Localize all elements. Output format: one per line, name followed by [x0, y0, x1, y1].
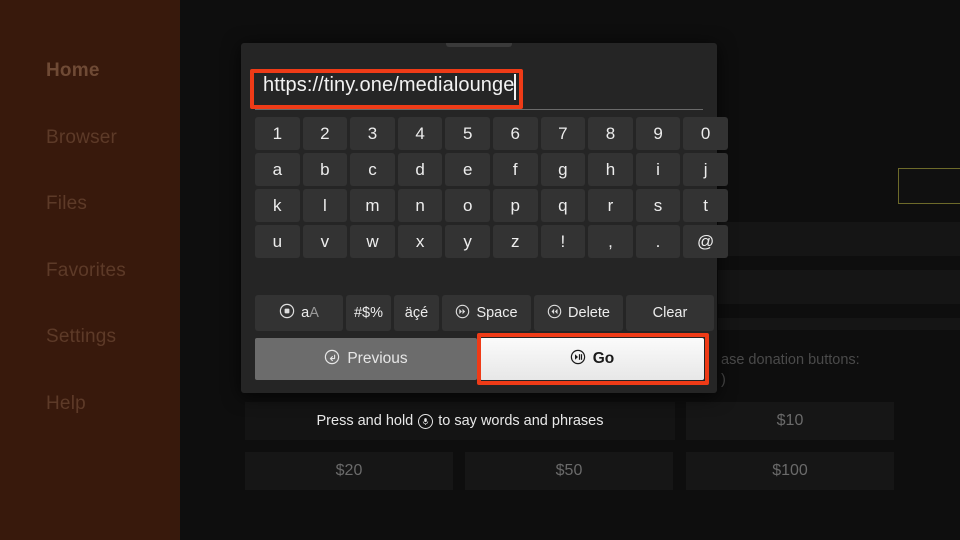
key-at[interactable]: @	[683, 225, 728, 258]
circle-back-icon	[324, 349, 340, 370]
background-row-strip	[718, 270, 960, 304]
key-a[interactable]: a	[255, 153, 300, 186]
key-g[interactable]: g	[540, 153, 586, 186]
sidebar-item-home[interactable]: Home	[46, 60, 100, 82]
sidebar-item-label: Browser	[46, 127, 118, 148]
sidebar-item-settings[interactable]: Settings	[46, 326, 116, 348]
sidebar-item-label: Files	[46, 193, 88, 214]
key-4[interactable]: 4	[397, 117, 443, 150]
key-z[interactable]: z	[492, 225, 538, 258]
sidebar: Home Browser Files Favorites Settings He…	[0, 0, 180, 540]
key-n[interactable]: n	[397, 189, 443, 222]
dialog-handle	[446, 43, 512, 47]
key-6[interactable]: 6	[492, 117, 538, 150]
key-1[interactable]: 1	[255, 117, 300, 150]
donation-note-line-2: )	[721, 372, 726, 388]
sidebar-item-help[interactable]: Help	[46, 393, 86, 415]
donation-button-label: $10	[776, 412, 804, 429]
go-button[interactable]: Go	[480, 338, 704, 380]
voice-hint: Press and hold to say words and phrases	[245, 402, 675, 440]
circle-playpause-icon	[570, 349, 586, 370]
key-accents[interactable]: äçé	[394, 295, 439, 331]
key-delete-label: Delete	[568, 305, 610, 321]
key-0[interactable]: 0	[683, 117, 728, 150]
key-d[interactable]: d	[397, 153, 443, 186]
key-u[interactable]: u	[255, 225, 300, 258]
key-symbols[interactable]: #$%	[346, 295, 391, 331]
circle-stop-icon	[279, 303, 295, 323]
go-button-label: Go	[592, 350, 615, 367]
key-o[interactable]: o	[445, 189, 490, 222]
circle-forward-icon	[455, 304, 470, 323]
key-comma[interactable]: ,	[588, 225, 633, 258]
key-space-label: Space	[476, 305, 518, 321]
donation-button-50[interactable]: $50	[465, 452, 673, 490]
donation-button-label: $100	[772, 462, 808, 479]
key-x[interactable]: x	[397, 225, 443, 258]
text-caret	[514, 74, 516, 100]
key-f[interactable]: f	[492, 153, 538, 186]
background-row-strip	[718, 222, 960, 256]
key-7[interactable]: 7	[540, 117, 586, 150]
key-q[interactable]: q	[540, 189, 586, 222]
donation-button-100[interactable]: $100	[686, 452, 894, 490]
url-input[interactable]: https://tiny.one/medialounge	[255, 68, 703, 110]
voice-hint-prefix: Press and hold	[316, 413, 414, 429]
screen: Home Browser Files Favorites Settings He…	[0, 0, 960, 540]
key-exclamation[interactable]: !	[540, 225, 586, 258]
keyboard-grid: 1 2 3 4 5 6 7 8 9 0 a b c d e f g h i j …	[255, 117, 728, 258]
key-v[interactable]: v	[302, 225, 348, 258]
sidebar-item-favorites[interactable]: Favorites	[46, 260, 126, 282]
key-shift-case[interactable]: aA	[255, 295, 343, 331]
key-2[interactable]: 2	[302, 117, 348, 150]
sidebar-item-label: Help	[46, 393, 86, 414]
previous-button-label: Previous	[347, 350, 408, 367]
circle-rewind-icon	[547, 304, 562, 323]
previous-button[interactable]: Previous	[255, 338, 477, 380]
key-c[interactable]: c	[350, 153, 395, 186]
key-r[interactable]: r	[588, 189, 633, 222]
microphone-icon	[418, 413, 434, 429]
key-case-primary: a	[301, 305, 310, 321]
key-space[interactable]: Space	[442, 295, 531, 331]
key-9[interactable]: 9	[635, 117, 681, 150]
sidebar-item-browser[interactable]: Browser	[46, 127, 117, 149]
key-y[interactable]: y	[445, 225, 490, 258]
donation-note-line-1: ase donation buttons:	[721, 352, 860, 368]
background-focused-field[interactable]	[898, 168, 960, 204]
key-b[interactable]: b	[302, 153, 348, 186]
sidebar-item-label: Settings	[46, 326, 117, 347]
keyboard-action-row: Previous Go	[255, 338, 704, 380]
sidebar-item-label: Home	[46, 60, 100, 81]
sidebar-item-label: Favorites	[46, 260, 126, 281]
key-s[interactable]: s	[635, 189, 681, 222]
donation-button-label: $20	[335, 462, 363, 479]
key-8[interactable]: 8	[588, 117, 633, 150]
url-input-underline	[255, 109, 703, 110]
donation-button-label: $50	[555, 462, 583, 479]
sidebar-item-files[interactable]: Files	[46, 193, 87, 215]
key-t[interactable]: t	[683, 189, 728, 222]
url-input-value: https://tiny.one/medialounge	[263, 74, 515, 96]
background-row-strip	[718, 318, 960, 330]
key-j[interactable]: j	[683, 153, 728, 186]
key-5[interactable]: 5	[445, 117, 490, 150]
key-delete[interactable]: Delete	[534, 295, 623, 331]
key-3[interactable]: 3	[350, 117, 395, 150]
key-case-secondary: A	[309, 305, 319, 321]
key-i[interactable]: i	[635, 153, 681, 186]
voice-hint-suffix: to say words and phrases	[438, 413, 604, 429]
keyboard-function-row: aA #$% äçé Space Delete Clear	[255, 295, 714, 331]
key-e[interactable]: e	[445, 153, 490, 186]
key-clear[interactable]: Clear	[626, 295, 714, 331]
key-p[interactable]: p	[492, 189, 538, 222]
key-w[interactable]: w	[350, 225, 395, 258]
donation-button-10[interactable]: $10	[686, 402, 894, 440]
key-k[interactable]: k	[255, 189, 300, 222]
key-m[interactable]: m	[350, 189, 395, 222]
donation-button-20[interactable]: $20	[245, 452, 453, 490]
key-l[interactable]: l	[302, 189, 348, 222]
key-h[interactable]: h	[588, 153, 633, 186]
key-period[interactable]: .	[635, 225, 681, 258]
